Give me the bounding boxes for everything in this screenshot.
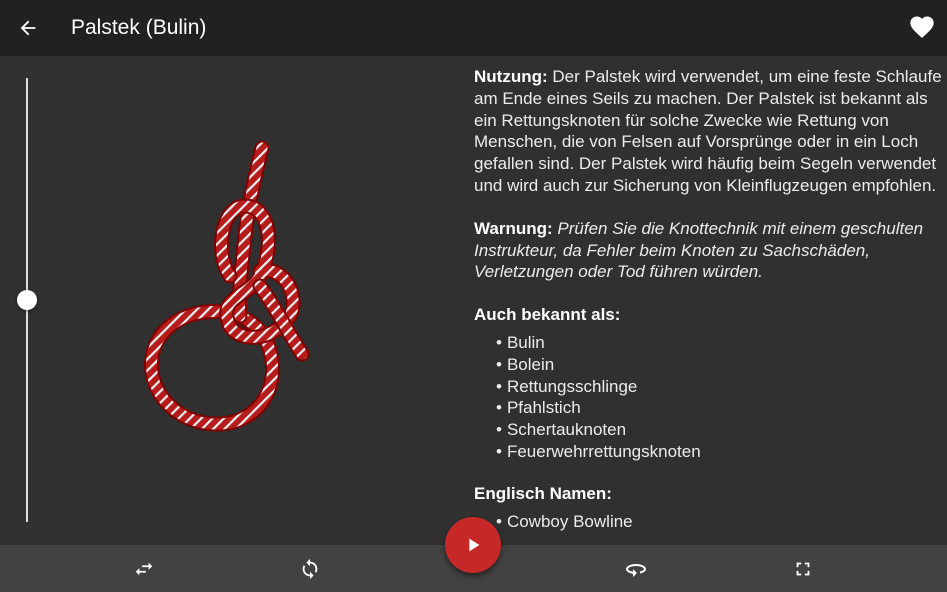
swap-horiz-icon [135, 562, 153, 576]
step-slider[interactable] [14, 78, 42, 522]
rotate-360-icon [626, 564, 646, 577]
usage-paragraph: Nutzung: Der Palstek wird verwendet, um … [474, 66, 944, 197]
list-item: Rettungsschlinge [496, 376, 944, 398]
arrow-back-icon [20, 20, 36, 36]
warning-label: Warnung: [474, 218, 553, 238]
knot-illustration [144, 140, 310, 432]
favorite-button[interactable] [907, 12, 937, 42]
aka-list: Bulin Bolein Rettungsschlinge Pfahlstich… [496, 332, 944, 463]
usage-text: Der Palstek wird verwendet, um eine fest… [474, 67, 942, 195]
list-item: Feuerwehrrettungsknoten [496, 441, 944, 463]
rotate-button[interactable] [622, 555, 650, 583]
page-title: Palstek (Bulin) [71, 16, 207, 39]
repeat-button[interactable] [296, 555, 324, 583]
warning-paragraph: Warnung: Prüfen Sie die Knottechnik mit … [474, 218, 944, 283]
fullscreen-icon [796, 562, 810, 576]
list-item: Cowboy Bowline [496, 511, 944, 533]
back-button[interactable] [0, 0, 56, 56]
play-button[interactable] [445, 517, 501, 573]
sync-icon [302, 558, 318, 580]
usage-label: Nutzung: [474, 67, 548, 86]
english-list: Cowboy Bowline [496, 511, 944, 533]
knot-description: Nutzung: Der Palstek wird verwendet, um … [474, 66, 944, 545]
list-item: Schertauknoten [496, 419, 944, 441]
slider-thumb[interactable] [17, 290, 37, 310]
app-bar: Palstek (Bulin) [0, 0, 947, 56]
play-arrow-icon [469, 538, 480, 552]
fullscreen-button[interactable] [789, 555, 817, 583]
list-item: Bolein [496, 354, 944, 376]
english-heading: Englisch Namen: [474, 483, 612, 503]
main-content: Nutzung: Der Palstek wird verwendet, um … [0, 56, 947, 545]
heart-icon [910, 16, 934, 38]
list-item: Pfahlstich [496, 397, 944, 419]
aka-heading: Auch bekannt als: [474, 305, 621, 325]
swap-button[interactable] [130, 555, 158, 583]
list-item: Bulin [496, 332, 944, 354]
